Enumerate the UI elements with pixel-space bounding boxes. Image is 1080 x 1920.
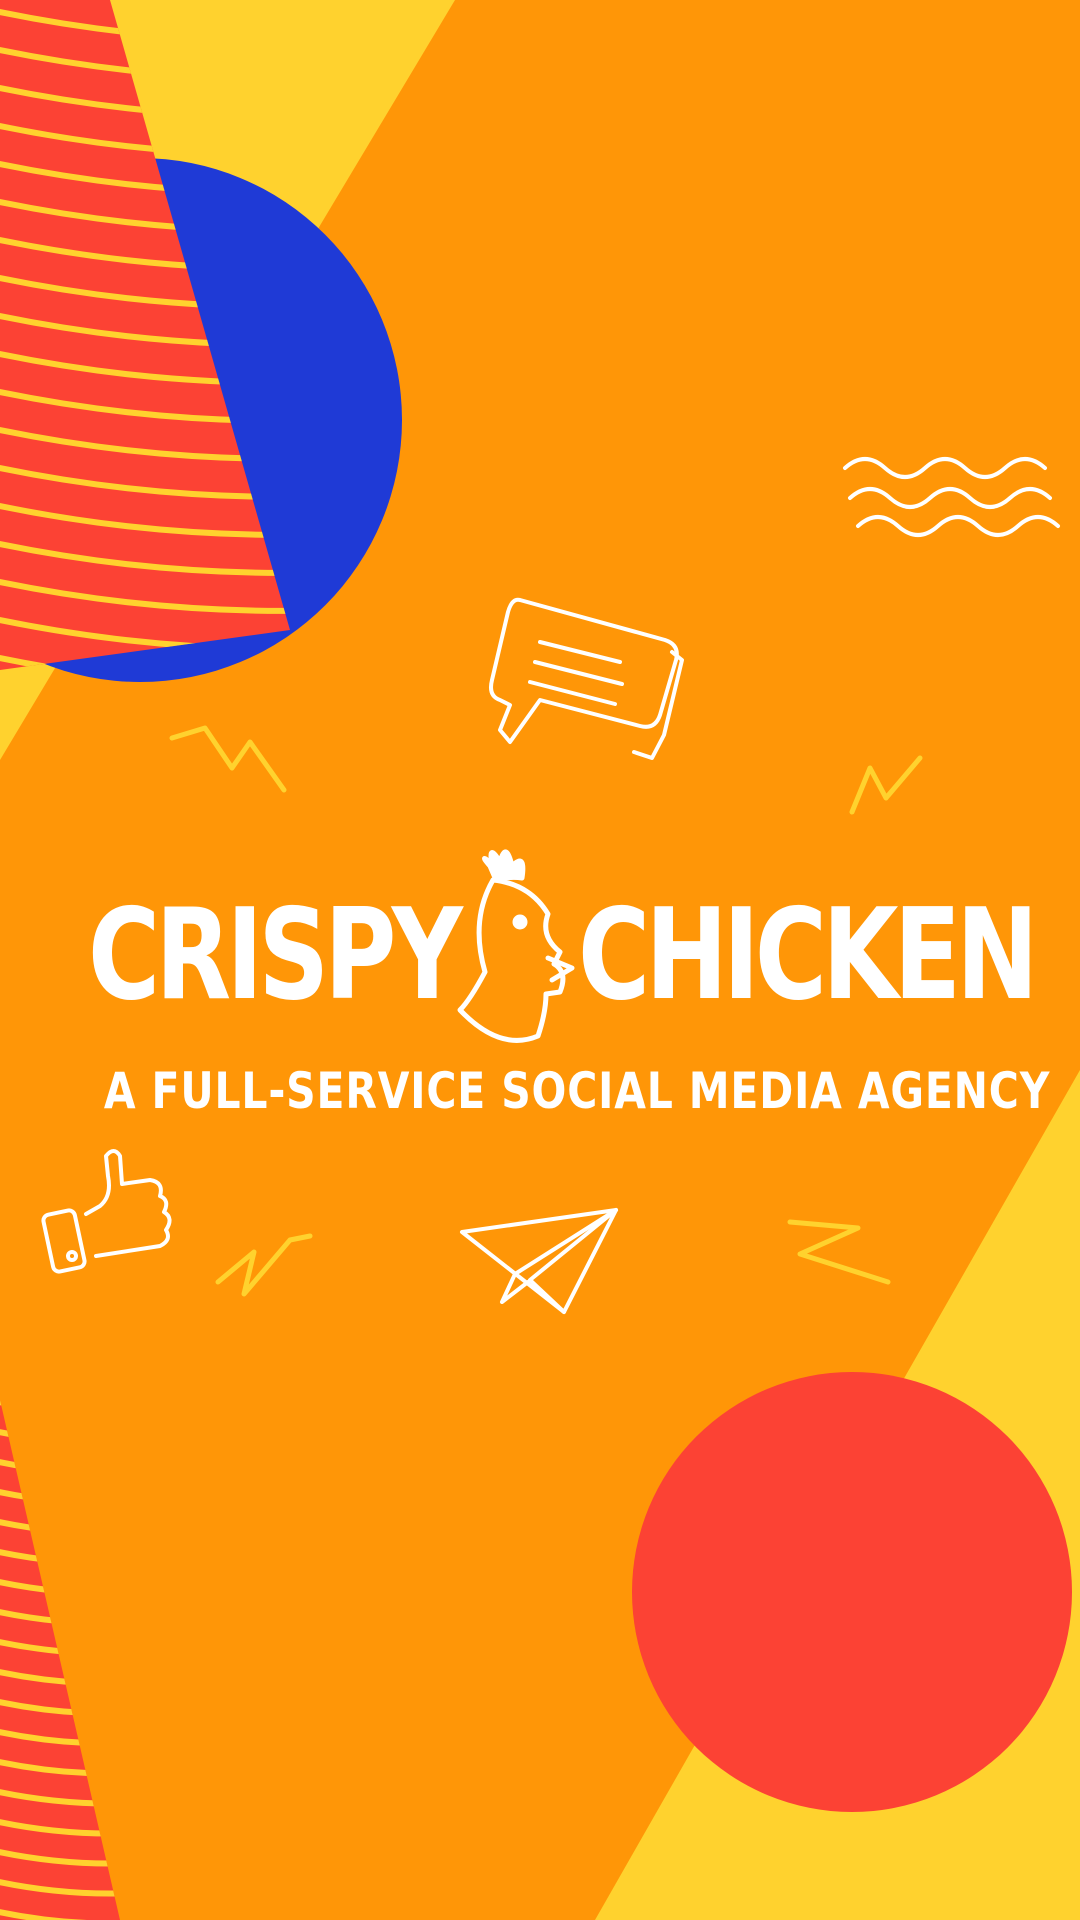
- tagline-text: A FULL-SERVICE SOCIAL MEDIA AGENCY: [103, 1062, 1051, 1120]
- poster-canvas: [0, 0, 1080, 1920]
- brand-tagline: A FULL-SERVICE SOCIAL MEDIA AGENCY: [0, 1062, 1080, 1120]
- red-circle: [632, 1372, 1072, 1812]
